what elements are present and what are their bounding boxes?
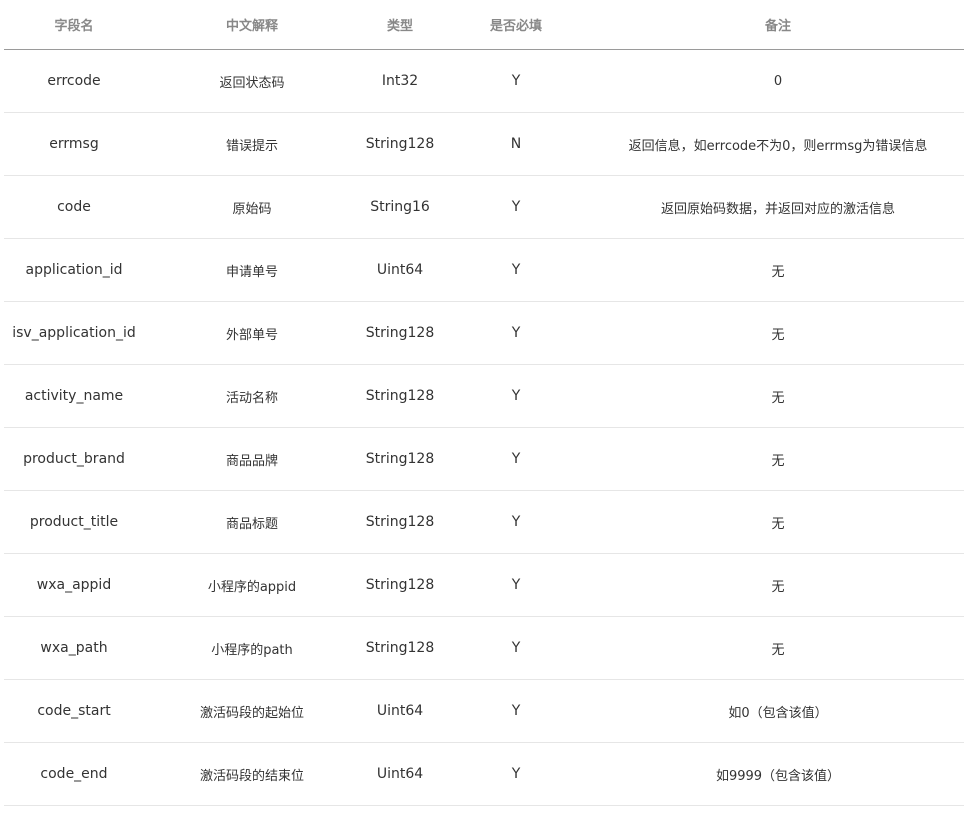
cell-field-name: isv_application_id bbox=[4, 301, 144, 365]
table-body: errcode 返回状态码 Int32 Y 0 errmsg 错误提示 Stri… bbox=[4, 49, 964, 806]
cell-type: String16 bbox=[360, 175, 440, 239]
cell-field-name: application_id bbox=[4, 238, 144, 302]
cell-remarks: 如0（包含该值） bbox=[592, 679, 964, 743]
cell-remarks: 无 bbox=[592, 364, 964, 428]
cell-remarks: 无 bbox=[592, 427, 964, 491]
cell-remarks: 无 bbox=[592, 490, 964, 554]
header-type: 类型 bbox=[360, 0, 440, 50]
cell-chinese-desc: 错误提示 bbox=[144, 112, 360, 176]
table-row: code 原始码 String16 Y 返回原始码数据，并返回对应的激活信息 bbox=[4, 175, 964, 239]
table-row: wxa_appid 小程序的appid String128 Y 无 bbox=[4, 553, 964, 617]
cell-field-name: activity_name bbox=[4, 364, 144, 428]
cell-remarks: 无 bbox=[592, 301, 964, 365]
field-table: 字段名 中文解释 类型 是否必填 备注 errcode 返回状态码 Int32 … bbox=[4, 0, 964, 806]
cell-remarks: 如9999（包含该值） bbox=[592, 742, 964, 806]
cell-remarks: 无 bbox=[592, 616, 964, 680]
cell-chinese-desc: 小程序的path bbox=[144, 616, 360, 680]
cell-field-name: errmsg bbox=[4, 112, 144, 176]
cell-chinese-desc: 返回状态码 bbox=[144, 49, 360, 113]
cell-remarks: 无 bbox=[592, 238, 964, 302]
cell-required: Y bbox=[440, 742, 592, 806]
table-row: product_title 商品标题 String128 Y 无 bbox=[4, 490, 964, 554]
cell-remarks: 0 bbox=[592, 49, 964, 113]
cell-field-name: product_title bbox=[4, 490, 144, 554]
cell-required: Y bbox=[440, 175, 592, 239]
cell-field-name: wxa_path bbox=[4, 616, 144, 680]
cell-type: String128 bbox=[360, 427, 440, 491]
cell-required: Y bbox=[440, 301, 592, 365]
header-required: 是否必填 bbox=[440, 0, 592, 50]
cell-field-name: code_start bbox=[4, 679, 144, 743]
table-row: wxa_path 小程序的path String128 Y 无 bbox=[4, 616, 964, 680]
table-row: errcode 返回状态码 Int32 Y 0 bbox=[4, 49, 964, 113]
cell-required: Y bbox=[440, 553, 592, 617]
cell-field-name: product_brand bbox=[4, 427, 144, 491]
cell-required: Y bbox=[440, 364, 592, 428]
cell-field-name: errcode bbox=[4, 49, 144, 113]
cell-chinese-desc: 小程序的appid bbox=[144, 553, 360, 617]
cell-chinese-desc: 活动名称 bbox=[144, 364, 360, 428]
cell-type: String128 bbox=[360, 364, 440, 428]
cell-type: String128 bbox=[360, 616, 440, 680]
table-row: isv_application_id 外部单号 String128 Y 无 bbox=[4, 301, 964, 365]
cell-type: String128 bbox=[360, 112, 440, 176]
cell-type: Uint64 bbox=[360, 742, 440, 806]
cell-type: String128 bbox=[360, 490, 440, 554]
cell-field-name: code_end bbox=[4, 742, 144, 806]
header-remarks: 备注 bbox=[592, 0, 964, 50]
cell-field-name: code bbox=[4, 175, 144, 239]
cell-required: Y bbox=[440, 238, 592, 302]
cell-type: String128 bbox=[360, 301, 440, 365]
header-row: 字段名 中文解释 类型 是否必填 备注 bbox=[4, 0, 964, 50]
cell-chinese-desc: 激活码段的结束位 bbox=[144, 742, 360, 806]
cell-type: Uint64 bbox=[360, 679, 440, 743]
cell-field-name: wxa_appid bbox=[4, 553, 144, 617]
cell-remarks: 返回原始码数据，并返回对应的激活信息 bbox=[592, 175, 964, 239]
cell-chinese-desc: 申请单号 bbox=[144, 238, 360, 302]
cell-required: Y bbox=[440, 679, 592, 743]
table-row: activity_name 活动名称 String128 Y 无 bbox=[4, 364, 964, 428]
cell-type: Int32 bbox=[360, 49, 440, 113]
table-row: code_end 激活码段的结束位 Uint64 Y 如9999（包含该值） bbox=[4, 742, 964, 806]
cell-chinese-desc: 商品品牌 bbox=[144, 427, 360, 491]
cell-type: Uint64 bbox=[360, 238, 440, 302]
field-table-container: 字段名 中文解释 类型 是否必填 备注 errcode 返回状态码 Int32 … bbox=[4, 0, 964, 806]
cell-required: N bbox=[440, 112, 592, 176]
cell-remarks: 返回信息，如errcode不为0，则errmsg为错误信息 bbox=[592, 112, 964, 176]
cell-chinese-desc: 激活码段的起始位 bbox=[144, 679, 360, 743]
cell-required: Y bbox=[440, 490, 592, 554]
cell-required: Y bbox=[440, 49, 592, 113]
header-chinese-desc: 中文解释 bbox=[144, 0, 360, 50]
table-row: errmsg 错误提示 String128 N 返回信息，如errcode不为0… bbox=[4, 112, 964, 176]
cell-type: String128 bbox=[360, 553, 440, 617]
table-row: product_brand 商品品牌 String128 Y 无 bbox=[4, 427, 964, 491]
cell-chinese-desc: 原始码 bbox=[144, 175, 360, 239]
cell-required: Y bbox=[440, 427, 592, 491]
cell-required: Y bbox=[440, 616, 592, 680]
table-row: code_start 激活码段的起始位 Uint64 Y 如0（包含该值） bbox=[4, 679, 964, 743]
header-field-name: 字段名 bbox=[4, 0, 144, 50]
table-row: application_id 申请单号 Uint64 Y 无 bbox=[4, 238, 964, 302]
cell-chinese-desc: 外部单号 bbox=[144, 301, 360, 365]
cell-remarks: 无 bbox=[592, 553, 964, 617]
table-header: 字段名 中文解释 类型 是否必填 备注 bbox=[4, 0, 964, 50]
cell-chinese-desc: 商品标题 bbox=[144, 490, 360, 554]
